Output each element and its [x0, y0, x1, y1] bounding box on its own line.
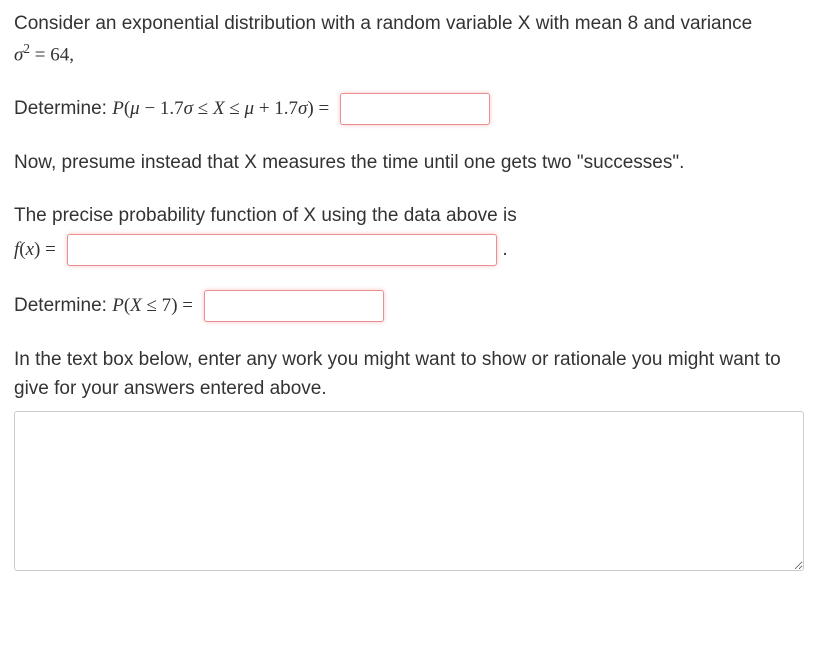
q4-input[interactable] [204, 290, 384, 322]
q1-label: Determine: [14, 98, 112, 119]
q1-le1: ≤ [193, 98, 213, 119]
q1-sigma2: σ [298, 98, 307, 119]
q1-P: P [112, 98, 124, 119]
question-4: Determine: P(X ≤ 7) = [14, 290, 805, 322]
q1-mu2: μ [245, 98, 255, 119]
q1-X: X [213, 98, 225, 119]
q3-x: x [26, 239, 34, 260]
q1-plus: + 1.7 [254, 98, 298, 119]
work-textarea[interactable] [14, 411, 804, 571]
q4-close: ) = [171, 295, 193, 316]
question-5: In the text box below, enter any work yo… [14, 346, 805, 581]
q2-text: Now, presume instead that X measures the… [14, 152, 684, 173]
intro-text: Consider an exponential distribution wit… [14, 13, 752, 34]
question-1: Determine: P(μ − 1.7σ ≤ X ≤ μ + 1.7σ) = [14, 93, 805, 125]
q1-input[interactable] [340, 93, 490, 125]
q4-P: P [112, 295, 124, 316]
q1-mu1: μ [130, 98, 140, 119]
q5-text: In the text box below, enter any work yo… [14, 346, 805, 403]
q1-sigma1: σ [184, 98, 193, 119]
q3-input[interactable] [67, 234, 497, 266]
question-2: Now, presume instead that X measures the… [14, 149, 805, 178]
q4-label: Determine: [14, 295, 112, 316]
q4-X: X [130, 295, 142, 316]
q3-period: . [502, 239, 507, 260]
q3-close: ) = [34, 239, 56, 260]
q1-le2: ≤ [225, 98, 245, 119]
q1-close: ) = [307, 98, 329, 119]
intro-block: Consider an exponential distribution wit… [14, 10, 805, 69]
question-3: The precise probability function of X us… [14, 202, 805, 267]
q1-minus: − 1.7 [140, 98, 184, 119]
q3-text: The precise probability function of X us… [14, 202, 805, 231]
q4-le: ≤ 7 [142, 295, 171, 316]
equals-64: = 64, [30, 44, 74, 65]
sigma-symbol: σ [14, 44, 23, 65]
